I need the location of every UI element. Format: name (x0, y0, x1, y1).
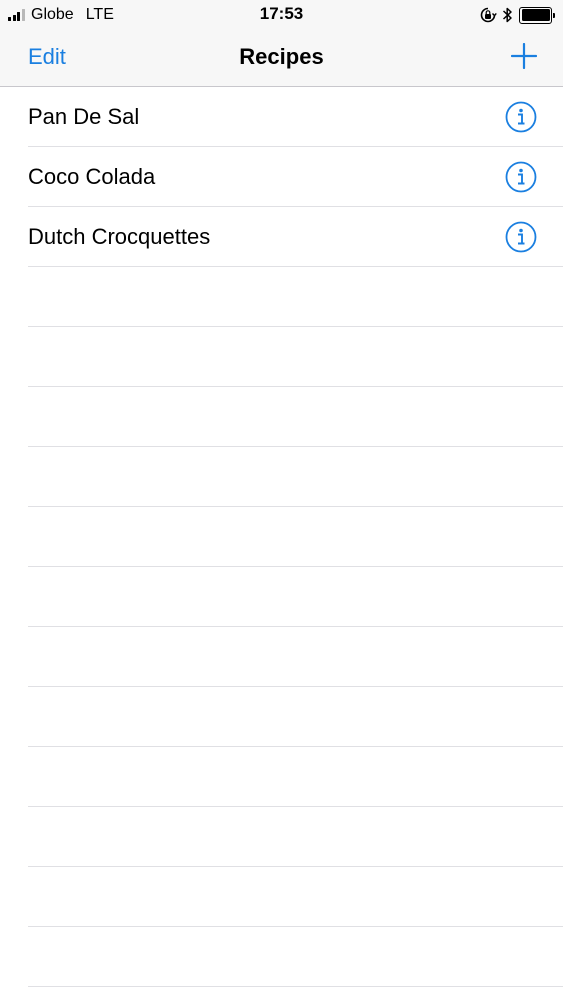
empty-row (28, 927, 563, 987)
list-item[interactable]: Coco Colada (28, 147, 563, 207)
navigation-bar: Edit Recipes (0, 30, 563, 87)
status-right (479, 5, 555, 25)
empty-row (28, 747, 563, 807)
empty-row (28, 327, 563, 387)
battery-icon (519, 6, 555, 24)
empty-row (28, 687, 563, 747)
empty-row (28, 267, 563, 327)
empty-row (28, 387, 563, 447)
info-icon[interactable] (505, 221, 537, 253)
recipe-name: Coco Colada (28, 164, 156, 189)
empty-row (28, 807, 563, 867)
plus-icon (511, 43, 537, 69)
list-item[interactable]: Dutch Crocquettes (28, 207, 563, 267)
info-icon[interactable] (505, 161, 537, 193)
recipe-name: Pan De Sal (28, 104, 140, 129)
info-icon[interactable] (505, 101, 537, 133)
list-item[interactable]: Pan De Sal (28, 87, 563, 147)
empty-row (28, 447, 563, 507)
status-bar: Globe LTE 17:53 (0, 0, 563, 30)
recipe-list: Pan De Sal Coco Colada Dutch Crocquettes (0, 87, 563, 987)
empty-row (28, 507, 563, 567)
battery-fill (521, 9, 550, 21)
page-title: Recipes (239, 44, 324, 69)
empty-row (28, 567, 563, 627)
add-recipe-button[interactable] (511, 43, 537, 69)
bluetooth-icon (502, 6, 513, 24)
empty-row (28, 867, 563, 927)
orientation-lock-icon (479, 6, 497, 24)
recipe-name: Dutch Crocquettes (28, 224, 211, 249)
empty-row (28, 627, 563, 687)
